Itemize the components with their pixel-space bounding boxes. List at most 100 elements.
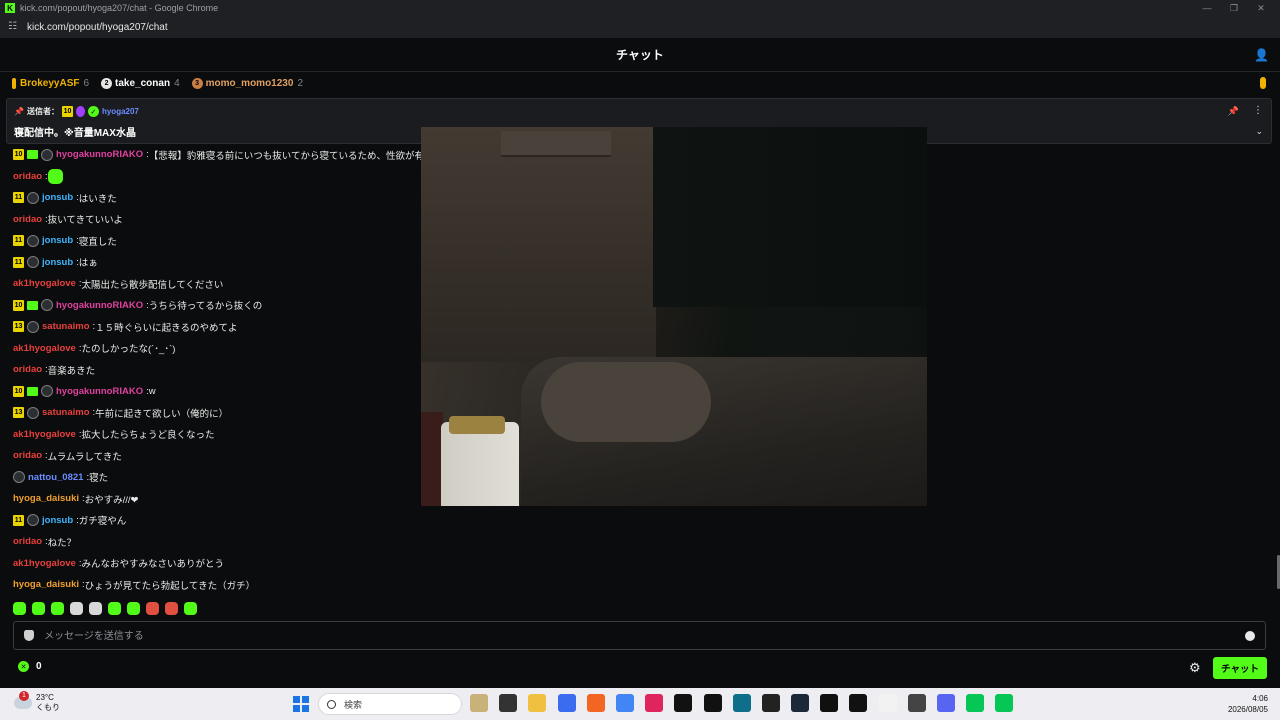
- subscriber-badge: 11: [13, 235, 24, 247]
- message-username[interactable]: hyogakunnoRIAKO: [56, 386, 143, 397]
- taskbar-app-icon[interactable]: [966, 694, 985, 712]
- quick-emote-icon[interactable]: [165, 601, 178, 615]
- message-username[interactable]: jonsub: [42, 515, 73, 526]
- message-username[interactable]: oridao: [13, 214, 42, 225]
- leaderboard-item[interactable]: BrokeyyASF 6: [12, 77, 89, 89]
- gift-badge-icon: [27, 386, 38, 396]
- taskbar-app-icon[interactable]: [791, 694, 810, 712]
- quick-emote-icon[interactable]: [184, 601, 197, 615]
- message-text: 午前に起きて欲しい（俺的に）: [95, 408, 229, 420]
- message-username[interactable]: satunaimo: [42, 407, 90, 418]
- leaderboard-scroll-icon[interactable]: [1260, 77, 1266, 89]
- notification-count: 1: [19, 691, 29, 701]
- video-pillow: [541, 362, 711, 442]
- chevron-down-icon[interactable]: ⌄: [1255, 126, 1263, 137]
- message-username[interactable]: oridao: [13, 364, 42, 375]
- message-input[interactable]: [44, 626, 1234, 646]
- taskbar-app-icon[interactable]: [907, 694, 926, 712]
- message-username[interactable]: oridao: [13, 171, 42, 182]
- video-curtain: [653, 127, 927, 307]
- taskbar-app-icon[interactable]: [761, 694, 780, 712]
- close-icon[interactable]: ✕: [1251, 0, 1271, 16]
- quick-emote-icon[interactable]: [32, 601, 45, 615]
- taskbar-app-icon[interactable]: [586, 694, 605, 712]
- more-options-icon[interactable]: ⋮: [1253, 105, 1263, 116]
- restore-icon[interactable]: ❐: [1224, 0, 1244, 16]
- message-username[interactable]: hyogakunnoRIAKO: [56, 149, 143, 160]
- message-username[interactable]: ak1hyogalove: [13, 429, 76, 440]
- windows-taskbar: 1 23°C くもり 検索 4:06 2026/08/05: [0, 688, 1280, 720]
- user-badge-icon: [27, 234, 39, 247]
- subscriber-badge: 11: [13, 192, 24, 204]
- taskbar-app-icon[interactable]: [732, 694, 751, 712]
- pin-icon[interactable]: 📌: [1228, 106, 1239, 117]
- taskbar-app-icon[interactable]: [645, 694, 664, 712]
- taskbar-app-icon[interactable]: [937, 694, 955, 712]
- message-text: 寝直した: [78, 236, 117, 248]
- chat-title: チャット: [616, 48, 664, 62]
- stream-video-overlay[interactable]: [421, 127, 927, 506]
- subscriber-badge: 13: [13, 407, 24, 419]
- leaderboard-count: 2: [297, 77, 303, 89]
- taskbar-app-icon[interactable]: [674, 694, 693, 712]
- minimize-icon[interactable]: —: [1197, 0, 1217, 16]
- message-username[interactable]: ak1hyogalove: [13, 343, 76, 354]
- quick-emote-icon[interactable]: [146, 601, 159, 615]
- taskbar-app-icon[interactable]: [878, 694, 897, 712]
- windows-start-icon[interactable]: [293, 696, 309, 712]
- taskbar-search[interactable]: 検索: [318, 693, 462, 715]
- gift-leaderboard: BrokeyyASF 6 2 take_conan 4 3 momo_momo1…: [0, 72, 1280, 94]
- message-username[interactable]: oridao: [13, 536, 42, 547]
- weather-widget[interactable]: 1 23°C くもり: [14, 691, 60, 713]
- message-username[interactable]: hyoga_daisuki: [13, 579, 79, 590]
- message-username[interactable]: jonsub: [42, 192, 73, 203]
- subscriber-badge: 10: [13, 299, 24, 311]
- taskbar-app-icon[interactable]: [820, 694, 839, 712]
- chat-input-box[interactable]: [13, 621, 1266, 650]
- user-settings-icon[interactable]: 👤: [1254, 48, 1269, 62]
- taskbar-app-icon[interactable]: [499, 694, 518, 712]
- chat-message: ak1hyogalove: たのしかったな(´･_･`): [0, 338, 440, 360]
- message-username[interactable]: oridao: [13, 450, 42, 461]
- system-clock[interactable]: 4:06 2026/08/05: [1228, 693, 1268, 715]
- quick-emote-icon[interactable]: [51, 601, 64, 615]
- taskbar-app-icon[interactable]: [703, 694, 722, 712]
- chat-message-list: 10 hyogakunnoRIAKO: 【悲報】豹雅寝る前にいつも抜いてから寝てい…: [0, 144, 440, 596]
- chat-send-button[interactable]: チャット: [1213, 657, 1267, 679]
- chat-message: 11 jonsub: はいきた: [0, 187, 440, 209]
- quick-emote-icon[interactable]: [13, 601, 26, 615]
- quick-emote-icon[interactable]: [70, 601, 83, 615]
- taskbar-app-icon[interactable]: [470, 694, 488, 712]
- pin-small-icon: 📌: [14, 107, 24, 116]
- chat-message: oridao: ねた？: [0, 531, 440, 553]
- message-username[interactable]: hyogakunnoRIAKO: [56, 300, 143, 311]
- leaderboard-item[interactable]: 3 momo_momo1230 2: [191, 77, 303, 89]
- quick-emote-icon[interactable]: [127, 601, 140, 615]
- site-settings-icon[interactable]: ☷: [8, 21, 20, 33]
- message-username[interactable]: ak1hyogalove: [13, 278, 76, 289]
- message-username[interactable]: jonsub: [42, 235, 73, 246]
- message-username[interactable]: jonsub: [42, 257, 73, 268]
- video-bottle: [441, 416, 519, 506]
- taskbar-app-icon[interactable]: [557, 694, 576, 712]
- taskbar-app-icon[interactable]: [615, 694, 634, 712]
- message-username[interactable]: hyoga_daisuki: [13, 493, 79, 504]
- taskbar-app-icon[interactable]: [849, 694, 868, 712]
- emote-quick-bar: [13, 599, 203, 617]
- address-bar[interactable]: ☷ kick.com/popout/hyoga207/chat: [0, 16, 1280, 38]
- chat-message: ak1hyogalove: みんなおやすみなさいありがとう: [0, 553, 440, 575]
- message-username[interactable]: nattou_0821: [28, 472, 83, 483]
- taskbar-app-icon[interactable]: [528, 694, 547, 712]
- message-username[interactable]: satunaimo: [42, 321, 90, 332]
- leaderboard-item[interactable]: 2 take_conan 4: [101, 77, 180, 89]
- gear-icon[interactable]: ⚙: [1189, 661, 1201, 675]
- emoji-picker-icon[interactable]: [1245, 631, 1255, 641]
- channel-points[interactable]: ✕ 0: [18, 661, 42, 672]
- user-badge-icon: [27, 406, 39, 419]
- quick-emote-icon[interactable]: [108, 601, 121, 615]
- pinned-user[interactable]: hyoga207: [102, 107, 139, 116]
- user-badge-icon: [27, 320, 39, 333]
- quick-emote-icon[interactable]: [89, 601, 102, 615]
- message-username[interactable]: ak1hyogalove: [13, 558, 76, 569]
- taskbar-app-icon[interactable]: [995, 694, 1014, 712]
